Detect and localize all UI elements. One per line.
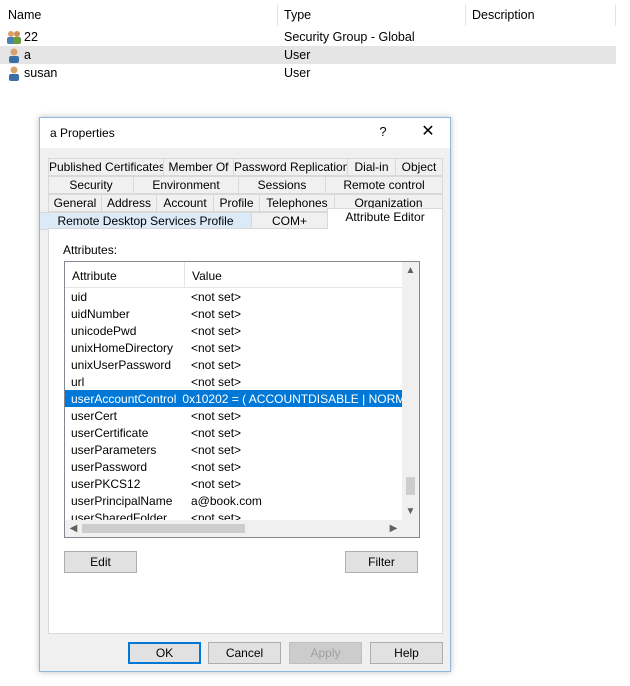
edit-button[interactable]: Edit [64,551,137,573]
attribute-value: <not set> [191,425,242,440]
attribute-value: <not set> [191,340,242,355]
attribute-name: unicodePwd [71,323,137,338]
list-header: Name Type Description [0,4,616,26]
scroll-left-icon[interactable]: ◀ [65,520,82,537]
dialog-title: a Properties [50,126,115,140]
tab-sessions[interactable]: Sessions [238,176,326,194]
tab-environment[interactable]: Environment [133,176,239,194]
scroll-right-icon[interactable]: ▶ [385,520,402,537]
column-header-name[interactable]: Name [0,4,278,26]
list-item[interactable]: 22 Security Group - Global [0,28,616,46]
tab-remote-control[interactable]: Remote control [325,176,443,194]
attribute-value: <not set> [191,289,242,304]
attribute-name: url [71,374,85,389]
column-header-attribute[interactable]: Attribute [65,262,185,287]
attribute-name: unixUserPassword [71,357,172,372]
attribute-value: <not set> [191,459,242,474]
vertical-scroll-thumb[interactable] [406,477,415,495]
user-icon [6,47,22,63]
column-header-value[interactable]: Value [185,262,229,287]
list-item-type: User [284,66,311,80]
group-icon [6,29,22,45]
attribute-name: uid [71,289,88,304]
list-item-type: Security Group - Global [284,30,415,44]
attributes-list-header: Attribute Value [65,262,402,288]
attribute-row[interactable]: userAccountControl 0x10202 = ( ACCOUNTDIS… [65,390,402,407]
tab-address[interactable]: Address [101,194,157,212]
attribute-row[interactable]: uidNumber <not set> [65,305,402,322]
tab-account[interactable]: Account [156,194,214,212]
attribute-value: <not set> [191,306,242,321]
list-item-type: User [284,48,311,62]
scrollbar-corner [402,520,419,537]
attribute-name: userPrincipalName [71,493,173,508]
attribute-row[interactable]: uid <not set> [65,288,402,305]
attribute-name: userCertificate [71,425,149,440]
attribute-value: <not set> [191,323,242,338]
tab-attribute-editor[interactable]: Attribute Editor [327,208,443,229]
apply-button: Apply [289,642,362,664]
user-icon [6,65,22,81]
tab-general[interactable]: General [48,194,102,212]
tab-password-replication[interactable]: Password Replication [233,158,349,176]
tab-dial-in[interactable]: Dial-in [347,158,396,176]
attribute-editor-panel: Attributes: Attribute Value uid <not set>… [48,228,443,634]
attribute-value: a@book.com [191,493,262,508]
attribute-value: <not set> [191,374,242,389]
title-bar[interactable]: a Properties ? ✕ [40,118,450,148]
attribute-row[interactable]: userPKCS12 <not set> [65,475,402,492]
help-icon[interactable]: ? [373,122,393,142]
horizontal-scroll-thumb[interactable] [82,524,245,533]
attribute-name: uidNumber [71,306,130,321]
attributes-label: Attributes: [63,243,118,257]
properties-dialog: a Properties ? ✕ Published Certificates … [39,117,451,672]
cancel-button[interactable]: Cancel [208,642,281,664]
list-item-name: a [24,48,31,62]
attribute-row[interactable]: unixHomeDirectory <not set> [65,339,402,356]
filter-button[interactable]: Filter [345,551,418,573]
attribute-value: <not set> [191,408,242,423]
scroll-up-icon[interactable]: ▲ [402,262,419,279]
close-icon[interactable]: ✕ [414,120,442,144]
tab-profile[interactable]: Profile [213,194,260,212]
attribute-row[interactable]: userPrincipalName a@book.com [65,492,402,509]
list-item[interactable]: susan User [0,64,616,82]
help-button[interactable]: Help [370,642,443,664]
attribute-name: userCert [71,408,118,423]
list-item[interactable]: a User [0,46,616,64]
scroll-down-icon[interactable]: ▼ [402,503,419,520]
ok-button[interactable]: OK [128,642,201,664]
attribute-value: <not set> [191,476,242,491]
list-item-name: susan [24,66,58,80]
attribute-row[interactable]: userCertificate <not set> [65,424,402,441]
column-header-type[interactable]: Type [278,4,466,26]
column-header-description[interactable]: Description [466,4,616,26]
attribute-row[interactable]: userPassword <not set> [65,458,402,475]
attributes-rows: uid <not set> uidNumber <not set> unicodePwd… [65,288,402,526]
attribute-value: <not set> [191,442,242,457]
attribute-value: <not set> [191,357,242,372]
tab-member-of[interactable]: Member Of [163,158,234,176]
tab-telephones[interactable]: Telephones [259,194,335,212]
vertical-scrollbar[interactable]: ▲ ▼ [402,262,419,520]
attribute-row[interactable]: userCert <not set> [65,407,402,424]
attribute-row[interactable]: userParameters <not set> [65,441,402,458]
attribute-row[interactable]: url <not set> [65,373,402,390]
tab-security[interactable]: Security [48,176,134,194]
tab-object[interactable]: Object [395,158,443,176]
attribute-name: userPassword [71,459,148,474]
attribute-row[interactable]: unixUserPassword <not set> [65,356,402,373]
attribute-value: 0x10202 = ( ACCOUNTDISABLE | NORMAL [182,391,402,406]
attribute-name: userParameters [71,442,157,457]
horizontal-scrollbar[interactable]: ◀ ▶ [65,520,402,537]
attributes-list[interactable]: Attribute Value uid <not set> uidNumber <no… [64,261,420,538]
tab-published-certificates[interactable]: Published Certificates [48,158,165,176]
attribute-name: userPKCS12 [71,476,141,491]
list-item-name: 22 [24,30,38,44]
attribute-name: unixHomeDirectory [71,340,174,355]
attribute-row[interactable]: unicodePwd <not set> [65,322,402,339]
attribute-name: userAccountControl [71,391,177,406]
